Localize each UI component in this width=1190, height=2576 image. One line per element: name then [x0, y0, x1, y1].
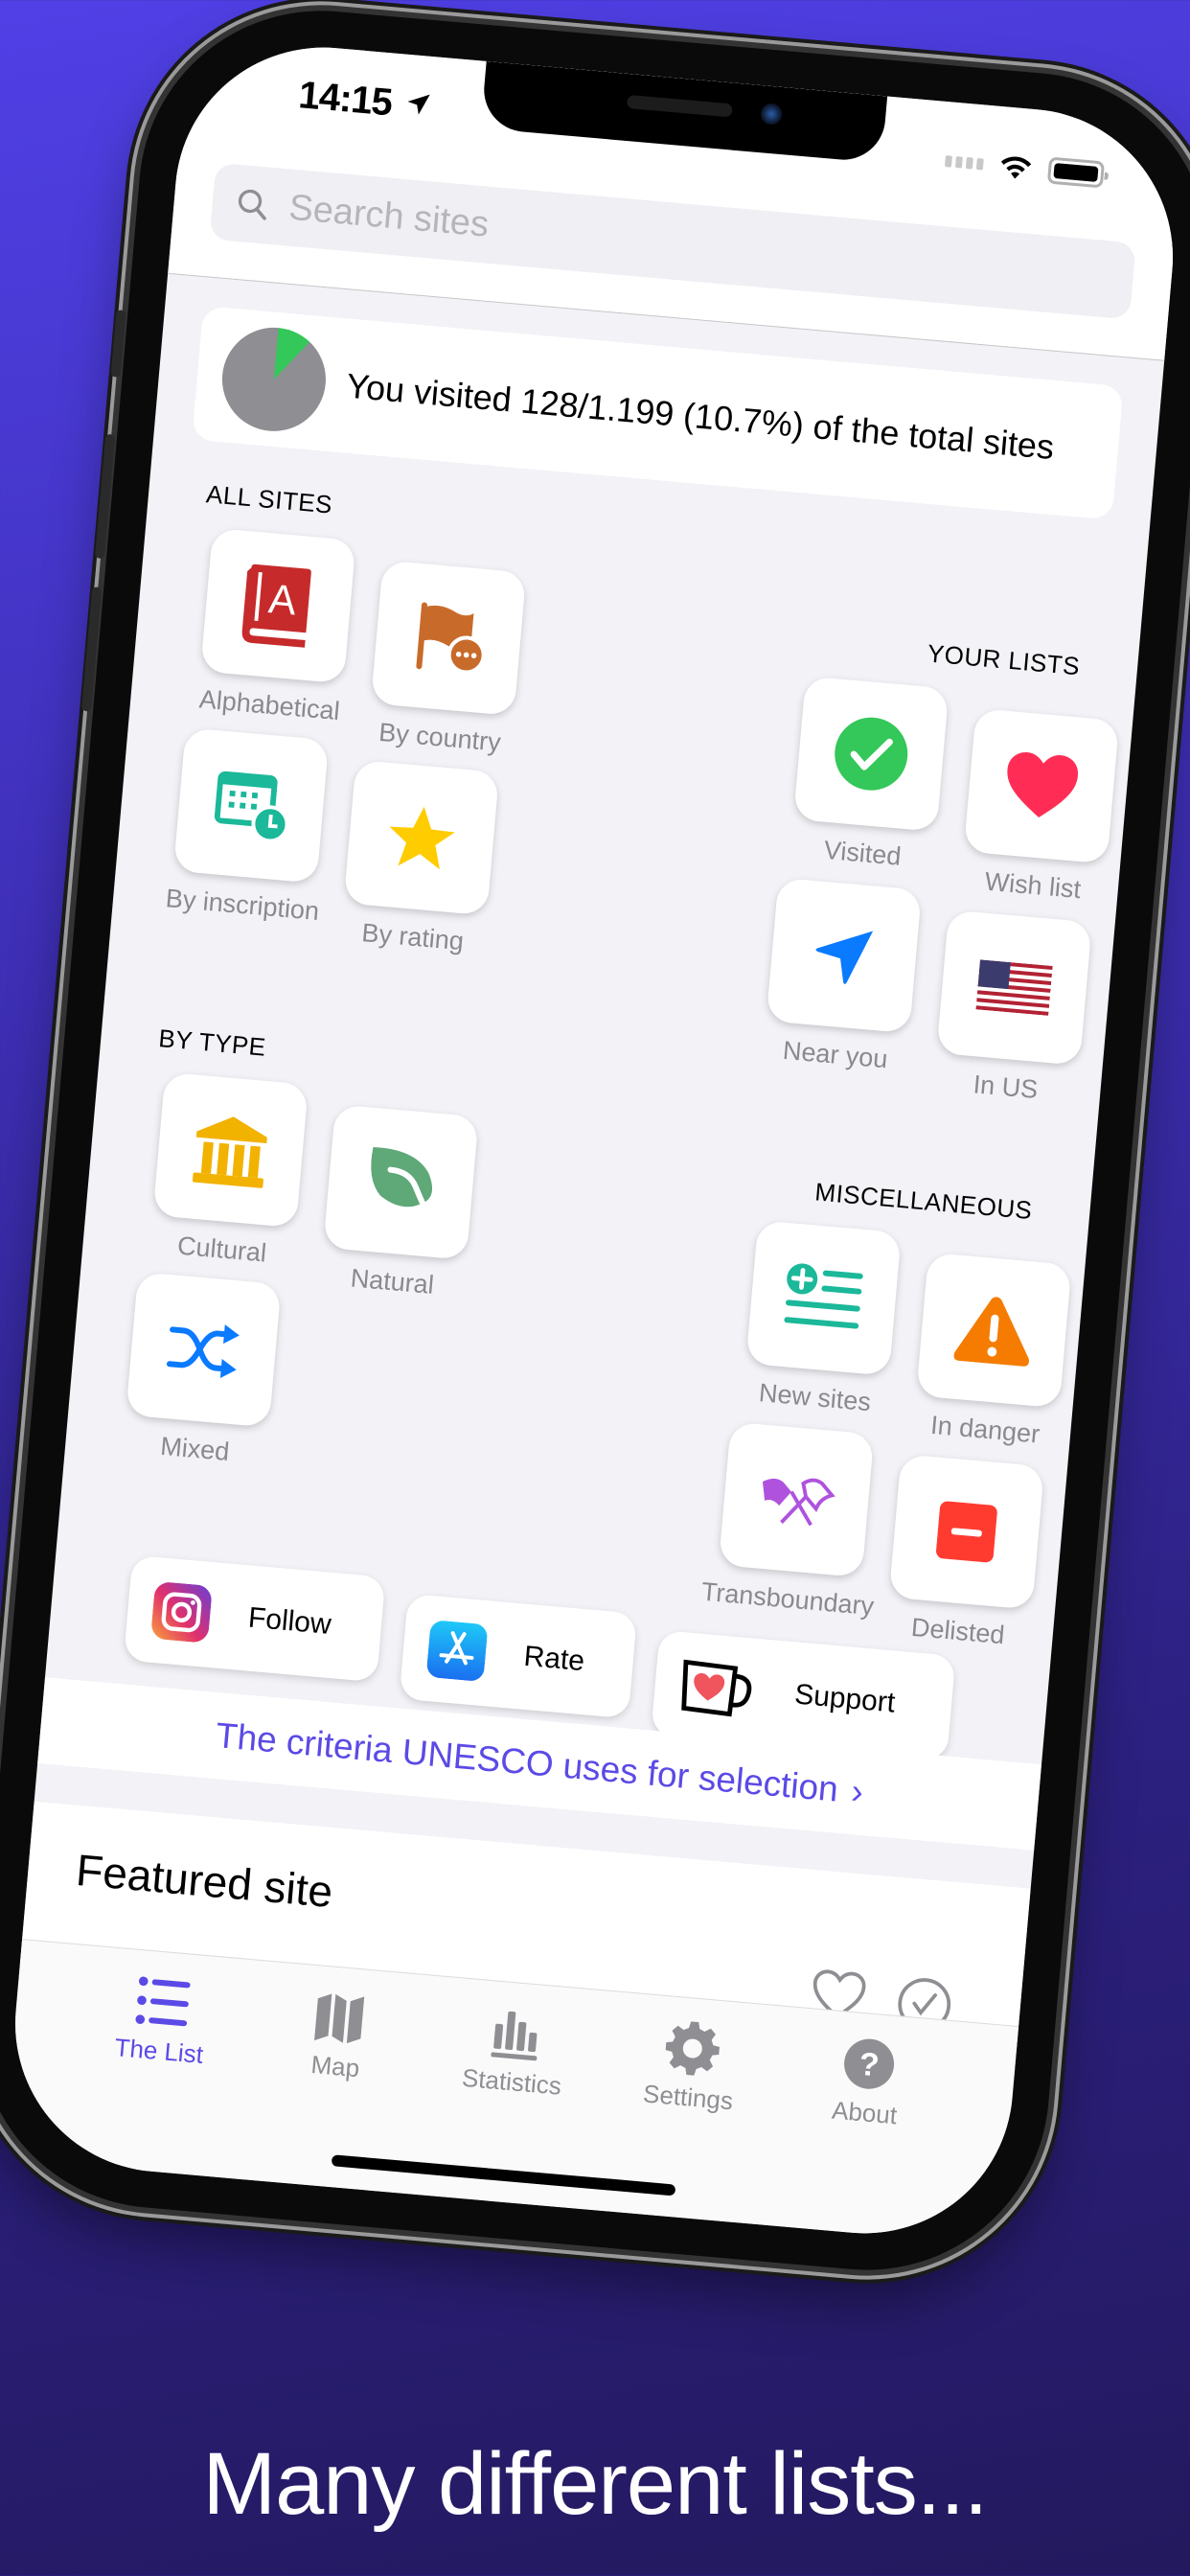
tile-delisted[interactable]: Delisted — [885, 1454, 1045, 1652]
bar-chart-icon — [491, 2011, 538, 2061]
rate-label: Rate — [522, 1640, 586, 1678]
tile-visited[interactable]: Visited — [790, 676, 950, 874]
add-list-icon — [784, 1263, 863, 1329]
tile-label: Natural — [349, 1263, 436, 1300]
section-label-by-type: BY TYPE — [157, 1024, 267, 1062]
heart-icon — [1007, 752, 1079, 817]
support-label: Support — [792, 1678, 897, 1719]
alphabetical-book-icon: A — [241, 564, 311, 648]
tab-label: Settings — [642, 2079, 735, 2116]
us-flag-icon — [975, 959, 1053, 1016]
shuffle-icon — [166, 1324, 240, 1378]
battery-icon — [1046, 156, 1106, 189]
tile-alphabetical[interactable]: A Alphabetical — [196, 527, 356, 726]
status-indicators — [944, 148, 1106, 189]
cellular-signal-icon — [944, 155, 984, 171]
status-time: 14:15 — [296, 74, 394, 125]
tile-by-inscription[interactable]: By inscription — [165, 727, 330, 926]
map-icon — [314, 1993, 365, 2044]
tab-about[interactable]: ? About — [778, 2031, 948, 2240]
section-label-your-lists: YOUR LISTS — [926, 638, 1082, 681]
tab-label: About — [831, 2095, 899, 2130]
tile-in-us[interactable]: In US — [932, 909, 1092, 1108]
tile-label: By country — [378, 717, 502, 757]
temple-icon — [192, 1116, 267, 1188]
instagram-icon — [151, 1582, 212, 1643]
warning-triangle-icon — [953, 1297, 1029, 1367]
gear-icon — [665, 2021, 720, 2076]
location-arrow-icon — [815, 931, 874, 984]
tile-label: In US — [972, 1070, 1040, 1105]
search-bar[interactable]: Search sites — [209, 162, 1136, 320]
svg-text:?: ? — [858, 2046, 881, 2084]
chevron-right-icon: › — [849, 1771, 865, 1811]
phone-mockup: 14:15 Search sites You visited 128/1.199… — [0, 0, 1190, 2286]
app-screen: 14:15 Search sites You visited 128/1.199… — [3, 34, 1185, 2246]
question-circle-icon: ? — [843, 2038, 894, 2089]
featured-site-title: Featured site — [74, 1844, 335, 1918]
rate-button[interactable]: Rate — [399, 1593, 638, 1719]
tile-in-danger[interactable]: In danger — [912, 1252, 1072, 1451]
tile-label: Wish list — [983, 866, 1083, 905]
follow-label: Follow — [246, 1601, 333, 1641]
checkmark-circle-icon — [835, 717, 908, 791]
coffee-mug-heart-icon — [681, 1659, 752, 1717]
leaf-icon — [371, 1146, 433, 1219]
tile-new-sites[interactable]: New sites — [742, 1220, 902, 1418]
visited-pie-chart — [217, 323, 331, 436]
wifi-icon — [1000, 156, 1032, 179]
app-store-icon — [426, 1621, 488, 1681]
minus-square-icon — [936, 1501, 997, 1563]
speaker — [627, 94, 733, 118]
search-icon — [238, 189, 266, 220]
tile-label: Mixed — [159, 1431, 231, 1466]
front-camera — [760, 103, 783, 126]
tile-wish-list[interactable]: Wish list — [960, 708, 1120, 907]
tile-mixed[interactable]: Mixed — [122, 1272, 282, 1470]
tile-natural[interactable]: Natural — [319, 1104, 479, 1302]
tile-label: In danger — [929, 1410, 1041, 1449]
tile-cultural[interactable]: Cultural — [149, 1071, 309, 1271]
tab-settings[interactable]: Settings — [601, 2015, 770, 2224]
tile-label: By rating — [360, 918, 466, 956]
follow-button[interactable]: Follow — [123, 1554, 386, 1683]
section-label-all-sites: ALL SITES — [204, 479, 334, 519]
list-icon — [135, 1976, 191, 2027]
tile-by-rating[interactable]: By rating — [340, 759, 500, 958]
tab-label: Map — [309, 2049, 361, 2083]
crossed-flags-icon — [762, 1478, 835, 1527]
tile-transboundary[interactable]: Transboundary — [700, 1421, 875, 1621]
tab-label: Statistics — [460, 2062, 563, 2101]
flag-more-icon — [416, 602, 486, 675]
tile-near-you[interactable]: Near you — [763, 877, 923, 1076]
star-icon — [389, 806, 455, 870]
svg-text:A: A — [266, 576, 298, 624]
search-input[interactable]: Search sites — [287, 187, 491, 245]
tab-the-list[interactable]: The List — [72, 1968, 241, 2177]
tab-label: The List — [113, 2033, 205, 2070]
marketing-caption: Many different lists... — [202, 2435, 989, 2533]
visited-progress-text: You visited 128/1.199 (10.7%) of the tot… — [344, 365, 1056, 468]
tile-by-country[interactable]: By country — [367, 560, 527, 759]
calendar-clock-icon — [214, 770, 289, 843]
section-label-miscellaneous: MISCELLANEOUS — [813, 1177, 1034, 1226]
location-services-icon — [407, 94, 430, 115]
